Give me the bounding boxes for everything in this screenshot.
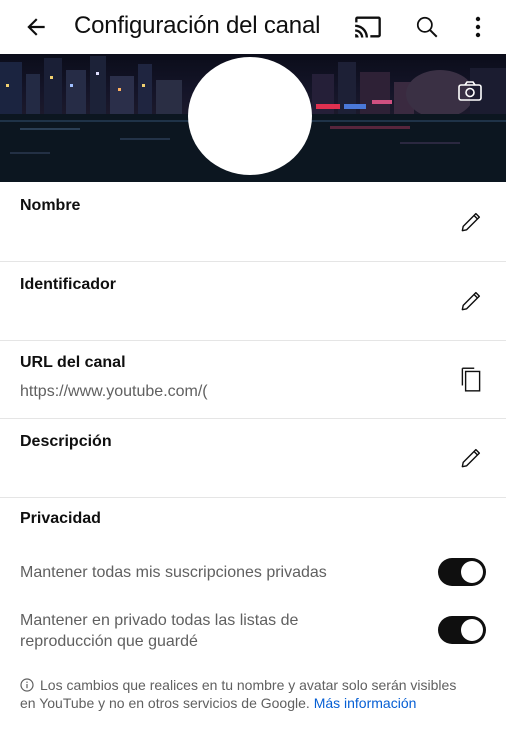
camera-icon[interactable]	[455, 78, 485, 104]
toggle-knob	[461, 619, 483, 641]
info-icon	[20, 678, 34, 692]
more-info-link[interactable]: Más información	[314, 695, 417, 711]
pencil-icon[interactable]	[455, 206, 487, 238]
info-note: Los cambios que realices en tu nombre y …	[20, 676, 490, 712]
info-text-line1: Los cambios que realices en tu nombre y …	[40, 677, 457, 693]
private-playlists-label-line2: reproducción que guardé	[20, 633, 198, 650]
field-channel-url[interactable]: URL del canal https://www.youtube.com/(	[0, 341, 506, 419]
pencil-icon[interactable]	[455, 285, 487, 317]
info-text-line2: en YouTube y no en otros servicios de Go…	[20, 695, 310, 711]
copy-icon[interactable]	[455, 363, 487, 395]
avatar[interactable]	[188, 57, 312, 175]
field-handle[interactable]: Identificador	[0, 262, 506, 341]
private-subscriptions-label: Mantener todas mis suscripciones privada…	[20, 564, 327, 581]
private-playlists-label-line1: Mantener en privado todas las listas de	[20, 612, 299, 629]
search-icon[interactable]	[410, 10, 444, 44]
more-vert-icon[interactable]	[466, 10, 490, 44]
field-label: URL del canal	[20, 354, 126, 371]
field-description[interactable]: Descripción	[0, 419, 506, 498]
field-label: Identificador	[20, 276, 117, 293]
back-arrow-icon[interactable]	[18, 9, 54, 45]
app-bar: Configuración del canal	[0, 0, 506, 54]
private-subscriptions-toggle[interactable]	[438, 558, 486, 586]
pencil-icon[interactable]	[455, 442, 487, 474]
private-playlists-toggle[interactable]	[438, 616, 486, 644]
field-name[interactable]: Nombre	[0, 182, 506, 262]
private-playlists-label: Mantener en privado todas las listas de …	[20, 610, 298, 652]
field-label: Nombre	[20, 197, 81, 214]
toggle-knob	[461, 561, 483, 583]
field-label: Descripción	[20, 433, 112, 450]
page-title: Configuración del canal	[74, 12, 321, 39]
privacy-heading: Privacidad	[20, 510, 101, 527]
channel-url-value: https://www.youtube.com/(	[20, 383, 208, 400]
cast-icon[interactable]	[352, 11, 384, 43]
